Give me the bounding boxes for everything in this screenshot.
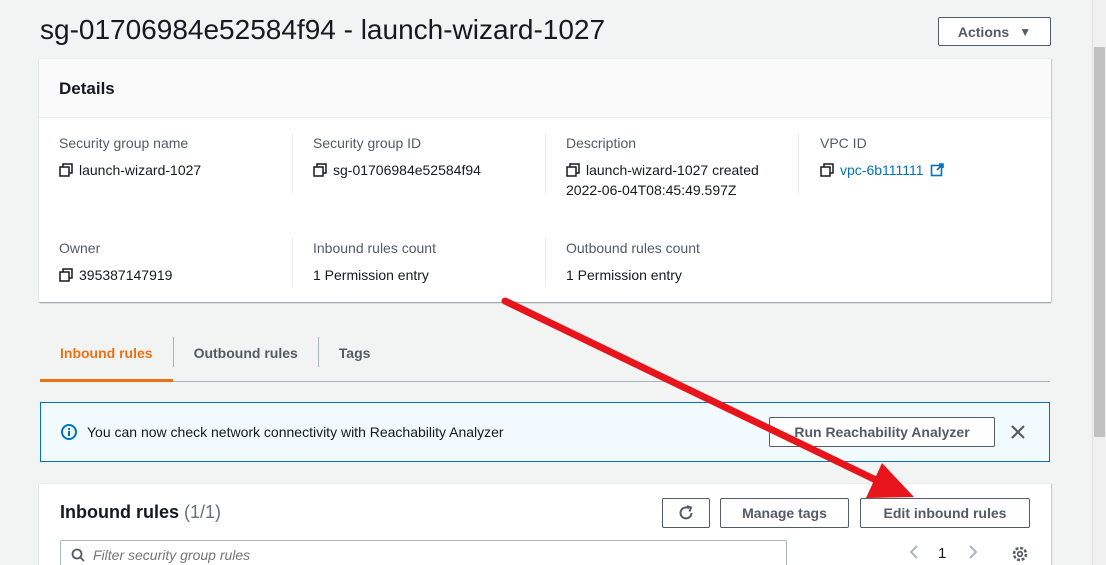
tab-outbound-rules[interactable]: Outbound rules [174,336,318,381]
divider [292,237,293,287]
vpc-link[interactable]: vpc-6b111111 [840,160,924,180]
current-page[interactable]: 1 [938,545,946,562]
divider [545,133,546,193]
details-header: Details [39,59,1051,118]
divider [798,133,799,193]
field-security-group-id: Security group ID sg-01706984e52584f94 [313,135,481,178]
info-icon [61,424,77,440]
edit-inbound-rules-button[interactable]: Edit inbound rules [860,498,1030,528]
copy-icon[interactable] [820,163,834,177]
tab-tags[interactable]: Tags [319,336,391,381]
caret-down-icon: ▼ [1019,24,1032,39]
filter-input[interactable] [93,547,693,563]
page-title: sg-01706984e52584f94 - launch-wizard-102… [40,14,606,45]
divider [292,133,293,193]
details-title: Details [59,79,115,98]
copy-icon[interactable] [59,163,73,177]
info-flashbar: You can now check network connectivity w… [40,402,1050,462]
gear-icon[interactable] [1011,545,1029,563]
field-outbound-count: Outbound rules count 1 Permission entry [566,240,700,283]
field-vpc-id: VPC ID vpc-6b111111 [820,135,944,180]
actions-label: Actions [957,23,1010,40]
field-description: Description launch-wizard-1027 created 2… [566,135,759,198]
run-reachability-analyzer-button[interactable]: Run Reachability Analyzer [769,417,995,447]
chevron-left-icon[interactable] [907,544,921,560]
search-icon [71,548,85,562]
details-panel: Details Security group name launch-wizar… [39,58,1051,302]
scrollbar-thumb[interactable] [1094,47,1105,437]
description-timestamp: 2022-06-04T08:45:49.597Z [566,182,737,198]
field-owner: Owner 395387147919 [59,240,173,283]
rules-title: Inbound rules (1/1) [60,502,222,522]
manage-tags-button[interactable]: Manage tags [720,498,849,528]
tab-inbound-rules[interactable]: Inbound rules [40,336,173,382]
field-security-group-name: Security group name launch-wizard-1027 [59,135,202,178]
vertical-scrollbar[interactable] [1092,0,1106,565]
flash-message: You can now check network connectivity w… [87,424,504,440]
refresh-button[interactable] [662,498,710,528]
copy-icon[interactable] [59,268,73,282]
refresh-icon [679,505,693,520]
filter-field[interactable] [60,540,787,565]
inbound-rules-panel: Inbound rules (1/1) Manage tags Edit inb… [39,483,1051,565]
rules-count: (1/1) [184,502,222,522]
divider [545,237,546,287]
close-icon[interactable] [1009,423,1027,441]
external-link-icon[interactable] [930,163,944,177]
copy-icon[interactable] [566,163,580,177]
chevron-right-icon[interactable] [966,544,980,560]
tab-bar: Inbound rules Outbound rules Tags [40,336,1050,382]
actions-button[interactable]: Actions ▼ [938,17,1051,46]
copy-icon[interactable] [313,163,327,177]
field-inbound-count: Inbound rules count 1 Permission entry [313,240,436,283]
